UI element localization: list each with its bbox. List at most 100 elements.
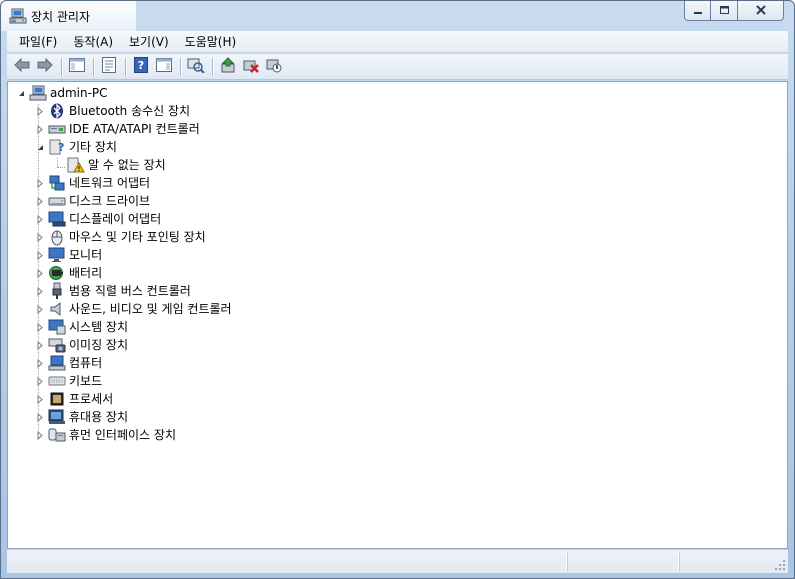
tree-item-category[interactable]: 사운드, 비디오 및 게임 컨트롤러: [35, 300, 232, 318]
tree-item-category[interactable]: 마우스 및 기타 포인팅 장치: [35, 228, 206, 246]
menu-view[interactable]: 보기(V): [121, 31, 177, 53]
tree-label: 디스플레이 어댑터: [69, 212, 162, 226]
expand-arrow-icon[interactable]: [35, 390, 45, 408]
window-controls: [684, 1, 784, 21]
expand-arrow-icon[interactable]: [35, 228, 45, 246]
minimize-icon: [693, 4, 703, 18]
forward-button[interactable]: [34, 56, 56, 78]
close-icon: [755, 4, 767, 18]
expand-arrow-icon[interactable]: [35, 264, 45, 282]
sound-icon: [48, 300, 66, 318]
tree-item-category[interactable]: 키보드: [35, 372, 102, 390]
show-action-pane-button[interactable]: [153, 56, 175, 78]
tree-item-category[interactable]: 모니터: [35, 246, 102, 264]
system-device-icon: [48, 318, 66, 336]
disable-button[interactable]: [263, 56, 285, 78]
battery-icon: [48, 264, 66, 282]
expand-arrow-icon[interactable]: [35, 210, 45, 228]
expand-arrow-icon[interactable]: [35, 192, 45, 210]
back-button[interactable]: [11, 56, 33, 78]
uninstall-button[interactable]: [240, 56, 262, 78]
status-cell: [679, 553, 680, 571]
tree-root-computer[interactable]: admin-PC: [16, 84, 108, 102]
tree-item-category[interactable]: 배터리: [35, 264, 102, 282]
close-button[interactable]: [738, 1, 784, 21]
expand-arrow-icon[interactable]: [35, 174, 45, 192]
tree-item-category[interactable]: 휴대용 장치: [35, 408, 128, 426]
expand-arrow-icon[interactable]: [35, 408, 45, 426]
properties-icon: [102, 57, 116, 76]
show-action-pane-icon: [156, 58, 172, 75]
menu-action[interactable]: 동작(A): [65, 31, 121, 53]
mouse-icon: [48, 228, 66, 246]
tree-label: IDE ATA/ATAPI 컨트롤러: [69, 122, 200, 136]
menu-help[interactable]: 도움말(H): [177, 31, 245, 53]
tree-item-category[interactable]: IDE ATA/ATAPI 컨트롤러: [35, 120, 200, 138]
tree-line: [57, 158, 58, 167]
portable-device-icon: [48, 408, 66, 426]
title-bar[interactable]: 장치 관리자: [1, 1, 794, 31]
expand-arrow-icon[interactable]: [35, 354, 45, 372]
tree-label: 이미징 장치: [69, 338, 129, 352]
menu-file[interactable]: 파일(F): [11, 31, 65, 53]
tree-item-category[interactable]: 범용 직렬 버스 컨트롤러: [35, 282, 191, 300]
toolbar: ?: [7, 54, 788, 80]
device-manager-icon[interactable]: [9, 7, 27, 25]
svg-text:?: ?: [138, 59, 144, 72]
expand-arrow-icon[interactable]: [35, 372, 45, 390]
expand-arrow-icon[interactable]: [35, 336, 45, 354]
resize-grip-icon[interactable]: [774, 559, 786, 571]
status-bar: [7, 549, 788, 573]
device-tree[interactable]: admin-PC Bluetooth 송수신 장치 IDE ATA/ATAPI 컨…: [7, 81, 788, 549]
expand-arrow-icon[interactable]: [35, 246, 45, 264]
scan-hardware-icon: [187, 57, 205, 76]
tree-item-category[interactable]: 디스크 드라이브: [35, 192, 150, 210]
expand-arrow-icon[interactable]: [35, 120, 45, 138]
tree-item-category[interactable]: 이미징 장치: [35, 336, 128, 354]
toolbar-separator: [125, 57, 126, 76]
properties-button[interactable]: [98, 56, 120, 78]
expand-arrow-icon[interactable]: [35, 318, 45, 336]
maximize-icon: [719, 4, 730, 18]
expand-arrow-icon[interactable]: [35, 102, 45, 120]
collapse-arrow-icon[interactable]: [35, 138, 45, 156]
expand-arrow-icon[interactable]: [35, 426, 45, 444]
expand-arrow-icon[interactable]: [35, 282, 45, 300]
tree-item-category[interactable]: 네트워크 어댑터: [35, 174, 150, 192]
help-button[interactable]: ?: [130, 56, 152, 78]
toolbar-separator: [61, 57, 62, 76]
tree-item-category[interactable]: 프로세서: [35, 390, 113, 408]
tree-item-device[interactable]: 알 수 없는 장치: [64, 156, 166, 174]
back-arrow-icon: [13, 57, 31, 75]
maximize-button[interactable]: [711, 1, 738, 21]
show-hide-console-tree-button[interactable]: [66, 56, 88, 78]
tree-item-category[interactable]: 시스템 장치: [35, 318, 128, 336]
imaging-device-icon: [48, 336, 66, 354]
tree-label: 배터리: [69, 266, 103, 280]
collapse-arrow-icon[interactable]: [16, 84, 26, 102]
tree-label: 휴대용 장치: [69, 410, 129, 424]
device-manager-window: 장치 관리자 파일(F) 동작(A) 보기(V) 도움말(H) ? admin-…: [0, 0, 795, 579]
tree-item-category[interactable]: Bluetooth 송수신 장치: [35, 102, 190, 120]
window-title: 장치 관리자: [31, 10, 91, 24]
update-driver-button[interactable]: [217, 56, 239, 78]
unknown-device-icon: ?: [48, 138, 66, 156]
scan-hardware-button[interactable]: [185, 56, 207, 78]
computer-icon: [29, 84, 47, 102]
tree-item-category[interactable]: 휴먼 인터페이스 장치: [35, 426, 176, 444]
title-area: 장치 관리자: [1, 1, 136, 31]
tree-label: 기타 장치: [69, 140, 117, 154]
warning-device-icon: [67, 156, 85, 174]
expand-arrow-icon[interactable]: [35, 300, 45, 318]
status-cell: [567, 553, 568, 571]
tree-item-category[interactable]: 컴퓨터: [35, 354, 102, 372]
disable-icon: [265, 57, 283, 76]
tree-item-category[interactable]: ? 기타 장치: [35, 138, 117, 156]
uninstall-icon: [242, 57, 260, 76]
bluetooth-icon: [48, 102, 66, 120]
tree-item-category[interactable]: 디스플레이 어댑터: [35, 210, 161, 228]
tree-label: Bluetooth 송수신 장치: [69, 104, 191, 118]
minimize-button[interactable]: [684, 1, 711, 21]
tree-label: 프로세서: [69, 392, 114, 406]
tree-label: 컴퓨터: [69, 356, 103, 370]
